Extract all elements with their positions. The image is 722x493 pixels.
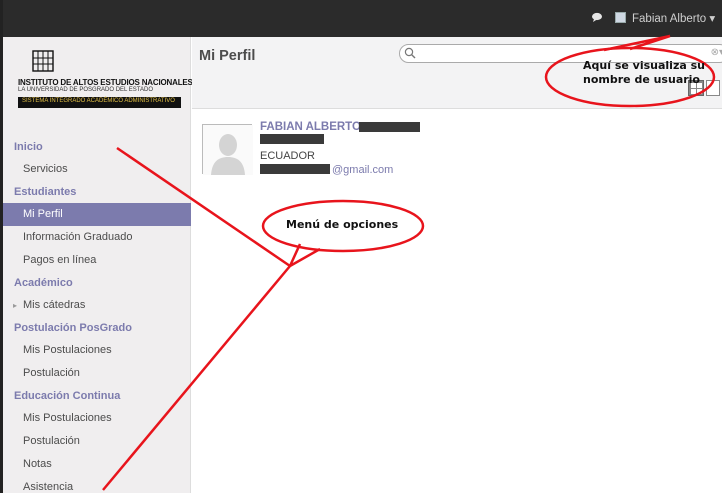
sidebar-item-mis-postulaciones[interactable]: Mis Postulaciones xyxy=(3,339,191,362)
user-name-label: Fabian Alberto xyxy=(632,13,707,25)
chevron-right-icon: ▸ xyxy=(13,301,18,310)
logo-band: SISTEMA INTEGRADO ACADÉMICO ADMINISTRATI… xyxy=(18,97,181,108)
page-title: Mi Perfil xyxy=(199,48,256,64)
profile-country: ECUADOR xyxy=(260,150,316,162)
main-content: Mi Perfil ⊗▾ FABIAN ALBERTO ECUADOR @gma… xyxy=(192,37,722,493)
menu-section-educacion-continua[interactable]: Educación Continua xyxy=(3,385,191,407)
logo-band-text: SISTEMA INTEGRADO ACADÉMICO ADMINISTRATI… xyxy=(22,98,175,104)
redacted-email-user xyxy=(260,164,330,174)
user-menu[interactable]: Fabian Alberto ▾ xyxy=(632,11,715,25)
email-domain: @gmail.com xyxy=(332,164,394,176)
sidebar-item-servicios[interactable]: Servicios xyxy=(3,158,191,181)
sidebar-menu: Inicio Servicios Estudiantes Mi Perfil I… xyxy=(3,136,191,493)
sidebar-item-mi-perfil[interactable]: Mi Perfil xyxy=(3,203,191,226)
username-callout-text-1: Aquí se visualiza su xyxy=(583,59,705,72)
user-silhouette-icon xyxy=(203,125,253,175)
search-icon xyxy=(404,47,416,59)
profile-photo xyxy=(202,124,253,175)
redacted-surname-2 xyxy=(260,134,324,144)
chevron-down-icon: ▾ xyxy=(709,13,716,25)
sidebar-item-ec-postulacion[interactable]: Postulación xyxy=(3,430,191,453)
user-avatar-icon[interactable] xyxy=(615,12,626,23)
top-bar: Fabian Alberto ▾ xyxy=(3,0,722,37)
sidebar-item-informacion-graduado[interactable]: Información Graduado xyxy=(3,226,191,249)
chat-bubble-icon[interactable] xyxy=(591,12,603,22)
form-view-button[interactable] xyxy=(706,80,720,96)
sidebar-item-label: Mis cátedras xyxy=(23,299,86,311)
sidebar: INSTITUTO DE ALTOS ESTUDIOS NACIONALES L… xyxy=(3,37,193,493)
username-callout-text-2: nombre de usuario xyxy=(583,73,700,86)
menu-section-postulacion-posgrado[interactable]: Postulación PosGrado xyxy=(3,317,191,339)
sidebar-item-asistencia[interactable]: Asistencia xyxy=(3,476,191,493)
logo-title: INSTITUTO DE ALTOS ESTUDIOS NACIONALES xyxy=(18,77,193,87)
building-logo-icon xyxy=(32,50,54,72)
logo-subtitle: LA UNIVERSIDAD DE POSGRADO DEL ESTADO xyxy=(18,87,154,93)
profile-name[interactable]: FABIAN ALBERTO xyxy=(260,121,361,133)
menu-callout-text: Menú de opciones xyxy=(286,218,399,231)
redacted-surname xyxy=(359,122,420,132)
sidebar-item-ec-mis-postulaciones[interactable]: Mis Postulaciones xyxy=(3,407,191,430)
sidebar-item-pagos-en-linea[interactable]: Pagos en línea xyxy=(3,249,191,272)
profile-email[interactable]: @gmail.com xyxy=(260,164,393,176)
menu-section-estudiantes[interactable]: Estudiantes xyxy=(3,181,191,203)
sidebar-item-notas[interactable]: Notas xyxy=(3,453,191,476)
sidebar-item-mis-catedras[interactable]: ▸ Mis cátedras xyxy=(3,294,191,317)
menu-section-inicio[interactable]: Inicio xyxy=(3,136,191,158)
institution-logo[interactable]: INSTITUTO DE ALTOS ESTUDIOS NACIONALES L… xyxy=(3,37,193,135)
menu-section-academico[interactable]: Académico xyxy=(3,272,191,294)
sidebar-item-postulacion[interactable]: Postulación xyxy=(3,362,191,385)
clear-search-icon[interactable]: ⊗▾ xyxy=(711,47,722,58)
